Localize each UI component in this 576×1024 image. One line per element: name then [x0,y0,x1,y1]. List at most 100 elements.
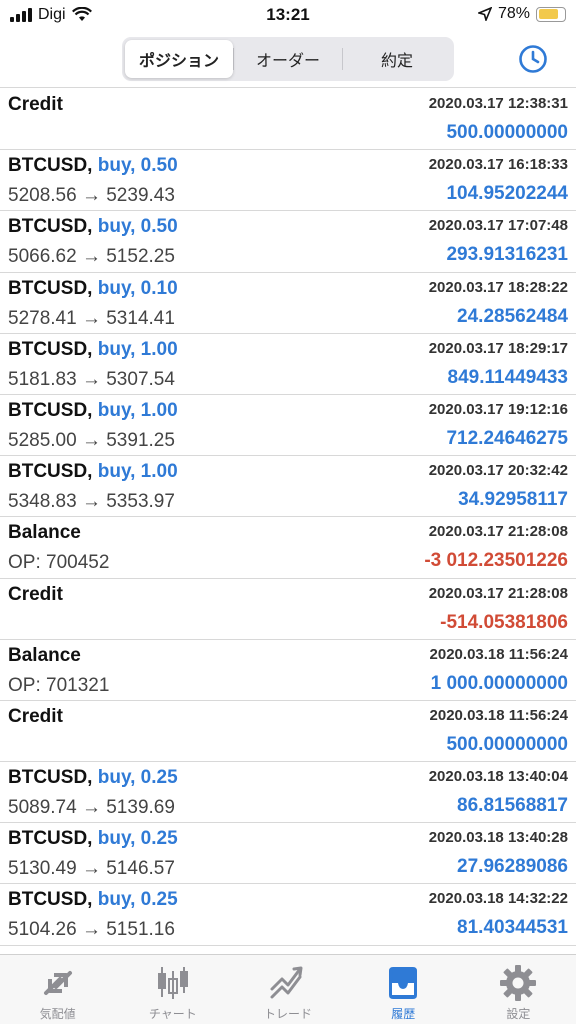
row-symbol-label: BTCUSD, [8,277,93,299]
row-symbol-label: BTCUSD, [8,399,93,421]
row-symbol-label: BTCUSD, [8,889,93,911]
status-right: 78% [477,5,566,23]
row-prices: 5348.83 → 5353.97 [8,491,175,513]
row-symbol-label: BTCUSD, [8,338,93,360]
row-date: 2020.03.17 18:28:22 [428,278,568,296]
row-profit: 712.24646275 [446,427,568,449]
row-date: 2020.03.17 17:07:48 [428,217,568,235]
row-symbol: Balance [8,645,81,667]
row-date: 2020.03.17 12:38:31 [428,95,568,112]
tabbar-label: 設定 [506,1007,531,1021]
row-profit: 849.11449433 [447,366,568,388]
clock-icon[interactable] [518,44,548,74]
row-date: 2020.03.17 21:28:08 [428,523,568,541]
row-symbol: BTCUSD, buy, 0.25 [8,889,178,911]
row-symbol-label: BTCUSD, [8,767,93,789]
tabbar-label: トレード [264,1007,313,1021]
row-symbol: Credit [8,706,63,728]
chart-icon [157,967,188,999]
history-row[interactable]: BTCUSD, buy, 1.00 2020.03.17 20:32:42 5348… [0,456,576,518]
row-prices: OP: 701321 [8,674,110,696]
row-prices: 5278.41 → 5314.41 [8,307,175,329]
row-date: 2020.03.18 11:56:24 [429,645,568,663]
row-profit: 500.00000000 [446,122,568,143]
row-symbol: Credit [8,94,63,116]
tabbar-item-quotes[interactable]: 気配値 [0,955,115,1024]
tabbar-item-chart[interactable]: チャート [115,955,230,1024]
row-symbol-label: Credit [8,94,63,115]
row-prices: 5089.74 → 5139.69 [8,797,175,819]
row-profit: 27.96289086 [457,856,568,878]
history-row[interactable]: Credit 2020.03.17 21:28:08 -514.05381806 [0,579,576,640]
row-symbol-label: Credit [8,705,63,727]
tab-deals[interactable]: 約定 [343,40,451,78]
row-symbol: BTCUSD, buy, 0.50 [8,216,178,238]
battery-icon [536,6,566,22]
row-prices: 5066.62 → 5152.25 [8,246,175,268]
history-row[interactable]: BTCUSD, buy, 1.00 2020.03.17 18:29:17 5181… [0,334,576,395]
history-row[interactable]: BTCUSD, buy, 0.50 2020.03.17 16:18:33 5208… [0,150,576,212]
row-date: 2020.03.17 18:29:17 [428,339,568,357]
row-symbol-label: BTCUSD, [8,216,93,238]
row-date: 2020.03.17 19:12:16 [428,400,568,418]
row-prices: 5181.83 → 5307.54 [8,368,175,390]
row-symbol: BTCUSD, buy, 0.25 [8,767,178,789]
history-row[interactable]: BTCUSD, buy, 0.25 2020.03.18 13:40:28 5130… [0,823,576,885]
row-date: 2020.03.18 13:40:04 [428,768,568,786]
tab-orders[interactable]: オーダー [234,40,342,78]
row-prices: OP: 700452 [8,552,110,574]
row-symbol-label: Credit [8,583,63,605]
row-symbol: BTCUSD, buy, 0.10 [8,278,178,300]
row-symbol-label: Balance [8,644,81,666]
history-row[interactable]: BTCUSD, buy, 0.25 2020.03.18 14:32:22 5104… [0,884,576,946]
history-list: Credit 2020.03.17 12:38:31 500.00000000 BTC… [0,89,576,946]
settings-icon [500,965,537,1001]
row-profit: 24.28562484 [457,305,568,327]
row-symbol-label: Balance [8,522,81,544]
row-symbol: Credit [8,584,63,606]
tabbar-item-settings[interactable]: 設定 [461,955,576,1024]
row-profit: 34.92958117 [458,489,568,511]
row-profit: 1 000.00000000 [430,672,568,694]
location-arrow-icon [477,7,492,21]
row-profit: 500.00000000 [446,733,568,755]
history-row[interactable]: Balance 2020.03.17 21:28:08 OP: 700452 -3 0… [0,517,576,579]
row-date: 2020.03.17 21:28:08 [428,584,568,602]
row-date: 2020.03.18 11:56:24 [429,706,568,724]
row-date: 2020.03.17 16:18:33 [428,156,568,174]
history-row[interactable]: BTCUSD, buy, 0.50 2020.03.17 17:07:48 5066… [0,211,576,273]
history-row[interactable]: Credit 2020.03.17 12:38:31 500.00000000 [0,89,576,151]
history-row[interactable]: BTCUSD, buy, 0.25 2020.03.18 13:40:04 5089… [0,762,576,824]
row-profit: 86.81568817 [457,795,568,817]
row-date: 2020.03.18 13:40:28 [428,829,568,847]
row-profit: 104.95202244 [446,183,568,205]
row-action: buy, 0.10 [97,277,178,299]
history-row[interactable]: BTCUSD, buy, 0.10 2020.03.17 18:28:22 5278… [0,273,576,334]
row-symbol: BTCUSD, buy, 1.00 [8,461,178,483]
row-symbol: BTCUSD, buy, 1.00 [8,400,178,422]
status-bar: Digi 13:21 78% [0,0,576,32]
quotes-icon [43,971,72,995]
row-date: 2020.03.17 20:32:42 [428,462,568,480]
tab-positions[interactable]: ポジション [125,40,233,78]
row-prices: 5285.00 → 5391.25 [8,429,175,451]
row-profit: -3 012.23501226 [424,550,568,572]
row-action: buy, 0.50 [97,155,178,177]
segmented-control: ポジション オーダー 約定 [122,37,454,81]
row-action: buy, 0.50 [97,216,178,238]
tabbar-item-history[interactable]: 履歴 [346,955,461,1024]
row-symbol-label: BTCUSD, [8,828,93,850]
row-symbol-label: BTCUSD, [8,155,93,177]
history-row[interactable]: Balance 2020.03.18 11:56:24 OP: 701321 1 00… [0,640,576,701]
tabbar-item-trade[interactable]: トレード [230,955,345,1024]
trade-icon [270,966,303,999]
header: ポジション オーダー 約定 [0,32,576,88]
history-row[interactable]: BTCUSD, buy, 1.00 2020.03.17 19:12:16 5285… [0,395,576,457]
row-symbol-label: BTCUSD, [8,461,93,483]
row-profit: -514.05381806 [440,611,568,633]
row-action: buy, 0.25 [97,767,178,789]
tabbar-label: チャート [148,1007,197,1021]
history-row[interactable]: Credit 2020.03.18 11:56:24 500.00000000 [0,701,576,763]
row-symbol: BTCUSD, buy, 0.25 [8,828,178,850]
battery-percent: 78% [497,5,530,22]
